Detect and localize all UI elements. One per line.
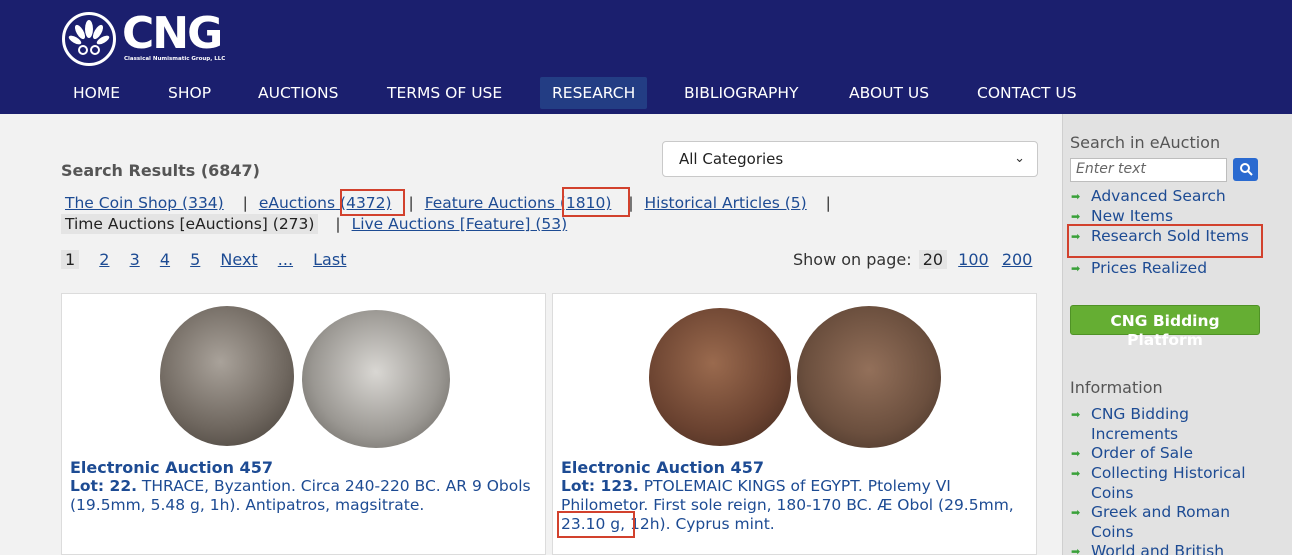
sidebar-link-label: World and British [1091,542,1225,555]
page-link[interactable]: 5 [190,250,200,269]
source-filters-row-2: Time Auctions [eAuctions] (273) | Live A… [61,214,568,234]
per-page-option[interactable]: 100 [958,250,989,269]
chevron-down-icon: ⌄ [1014,151,1025,166]
nav-contact-us[interactable]: CONTACT US [965,77,1089,109]
per-page-selector: Show on page: 20 100 200 [793,250,1032,269]
nav-home[interactable]: HOME [61,77,132,109]
cng-logo[interactable]: CNG Classical Numismatic Group, LLC [62,8,240,68]
arrow-right-icon: ➡ [1071,545,1081,555]
sidebar-link-label: CNG Bidding Increments [1091,405,1189,443]
card-lot-number: Lot: 123. [561,477,639,495]
coin-reverse-image[interactable] [797,306,941,448]
nav-about-us[interactable]: ABOUT US [837,77,941,109]
sidebar-link-order-of-sale[interactable]: ➡ Order of Sale [1071,444,1271,464]
nav-auctions[interactable]: AUCTIONS [246,77,350,109]
page-link[interactable]: 4 [160,250,170,269]
coin-obverse-image[interactable] [649,308,791,446]
arrow-right-icon: ➡ [1071,467,1081,480]
per-page-option[interactable]: 200 [1002,250,1033,269]
per-page-current: 20 [918,250,948,269]
sidebar-link-collecting-coins[interactable]: ➡ Collecting Historical Coins [1071,464,1271,503]
page-link[interactable]: 2 [99,250,109,269]
filter-coin-shop[interactable]: The Coin Shop (334) [65,194,224,212]
sidebar-search-input[interactable]: Enter text [1070,158,1227,182]
card-lot-description[interactable]: Lot: 22. THRACE, Byzantion. Circa 240-22… [70,477,540,515]
palmette-logo-icon [62,12,116,66]
arrow-right-icon: ➡ [1071,408,1081,421]
page-last[interactable]: Last [313,250,346,269]
sidebar-link-label: Prices Realized [1091,259,1208,277]
nav-research[interactable]: RESEARCH [540,77,648,109]
filter-historical-articles[interactable]: Historical Articles (5) [645,194,807,212]
separator: | [408,194,414,212]
search-icon [1239,163,1253,176]
coin-obverse-image[interactable] [160,306,294,446]
category-select-value: All Categories [679,150,784,168]
per-page-label: Show on page: [793,250,912,269]
pagination: 1 2 3 4 5 Next ... Last [61,250,361,269]
sidebar-link-label: Greek and Roman Coins [1091,503,1231,541]
card-auction-title[interactable]: Electronic Auction 457 [561,458,764,477]
highlight-feature-count [562,187,630,217]
sidebar-info-heading: Information [1070,378,1163,397]
search-button[interactable] [1233,158,1258,181]
page-link[interactable]: 3 [130,250,140,269]
cng-bidding-platform-button[interactable]: CNG Bidding Platform [1070,305,1260,349]
logo-wordmark: CNG [122,8,223,59]
sidebar-link-label: Collecting Historical Coins [1091,464,1246,502]
arrow-right-icon: ➡ [1071,262,1081,275]
lot-card[interactable]: Electronic Auction 457 Lot: 22. THRACE, … [61,293,546,555]
nav-terms-of-use[interactable]: TERMS OF USE [375,77,514,109]
separator: | [335,215,341,233]
arrow-right-icon: ➡ [1071,506,1081,519]
nav-shop[interactable]: SHOP [156,77,223,109]
page-ellipsis[interactable]: ... [278,250,293,269]
sidebar-search-heading: Search in eAuction [1070,133,1221,152]
sidebar-link-label: Order of Sale [1091,444,1194,462]
page-current: 1 [61,250,80,269]
sidebar-link-greek-roman[interactable]: ➡ Greek and Roman Coins [1071,503,1271,542]
filter-live-auctions[interactable]: Live Auctions [Feature] (53) [352,215,568,233]
nav-bibliography[interactable]: BIBLIOGRAPHY [672,77,810,109]
sidebar-link-bidding-increments[interactable]: ➡ CNG Bidding Increments [1071,405,1271,444]
card-auction-title[interactable]: Electronic Auction 457 [70,458,273,477]
highlight-research-sold-items [1067,224,1263,258]
arrow-right-icon: ➡ [1071,447,1081,460]
page-next[interactable]: Next [220,250,257,269]
sidebar: Search in eAuction Enter text ➡ Advanced … [1062,114,1292,555]
highlight-eauctions-count [340,189,405,216]
card-lot-text: THRACE, Byzantion. Circa 240-220 BC. AR … [70,477,531,514]
coin-reverse-image[interactable] [302,310,450,448]
category-select[interactable]: All Categories ⌄ [662,141,1038,177]
highlight-weight [557,511,635,538]
site-header: CNG Classical Numismatic Group, LLC HOME… [0,0,1292,114]
source-filters-row-1: The Coin Shop (334) | eAuctions (4372) |… [61,194,831,212]
sidebar-link-label: Advanced Search [1091,187,1226,205]
logo-subtitle: Classical Numismatic Group, LLC [124,56,226,62]
card-lot-number: Lot: 22. [70,477,137,495]
filter-feature-auctions-label: Feature Auctions [424,194,555,212]
sidebar-link-world-british[interactable]: ➡ World and British [1071,542,1271,555]
arrow-right-icon: ➡ [1071,190,1081,203]
filter-eauctions-label: eAuctions [258,194,336,212]
filter-time-auctions-active[interactable]: Time Auctions [eAuctions] (273) [61,214,319,234]
sidebar-link-advanced-search[interactable]: ➡ Advanced Search [1071,187,1271,207]
separator: | [242,194,248,212]
search-results-title: Search Results (6847) [61,161,260,180]
separator: | [825,194,831,212]
sidebar-link-prices-realized[interactable]: ➡ Prices Realized [1071,259,1271,279]
